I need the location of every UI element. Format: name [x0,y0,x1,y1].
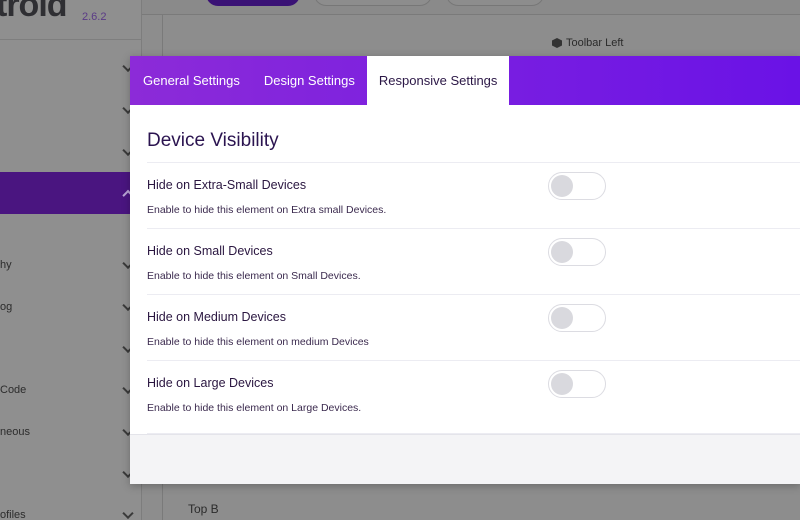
sidebar-item[interactable] [0,131,142,173]
top-toolbar [142,0,800,15]
hide-extra-small-toggle[interactable] [548,172,606,200]
version-label: 2.6.2 [82,11,107,23]
setting-description: Enable to hide this element on medium De… [147,336,369,348]
setting-label: Hide on Extra-Small Devices [147,178,307,192]
setting-row-large: Hide on Large Devices Enable to hide thi… [147,360,800,426]
sidebar-item-label: Code [0,384,27,396]
pill-button[interactable] [314,0,432,6]
sidebar-item[interactable]: og [0,286,142,328]
sidebar-item-label: og [0,301,13,313]
toggle-knob [551,175,573,197]
sidebar-item[interactable]: hy [0,244,142,286]
section-title: Device Visibility [147,130,279,151]
sidebar-item[interactable] [0,328,142,370]
sidebar-item[interactable] [0,47,142,89]
hide-large-toggle[interactable] [548,370,606,398]
sidebar-item[interactable] [0,453,142,495]
setting-row-small: Hide on Small Devices Enable to hide thi… [147,228,800,294]
setting-row-medium: Hide on Medium Devices Enable to hide th… [147,294,800,360]
setting-label: Hide on Large Devices [147,376,274,390]
tab-responsive-settings[interactable]: Responsive Settings [366,56,510,105]
modal-tab-bar: General Settings Design Settings Respons… [130,56,800,105]
sidebar-item[interactable]: Code [0,369,142,411]
sidebar-item[interactable]: ofiles [0,494,142,520]
toggle-knob [551,373,573,395]
top-b-label: Top B [188,502,219,516]
cube-icon [552,38,562,48]
setting-description: Enable to hide this element on Small Dev… [147,270,361,282]
tab-design-settings[interactable]: Design Settings [252,56,367,105]
hide-medium-toggle[interactable] [548,304,606,332]
setting-label: Hide on Medium Devices [147,310,286,324]
primary-pill-button[interactable] [206,0,300,6]
sidebar-item-label: neous [0,426,30,438]
sidebar-divider [0,39,142,40]
sidebar-item-label: ofiles [0,509,26,520]
toggle-knob [551,241,573,263]
setting-description: Enable to hide this element on Extra sma… [147,204,387,216]
sidebar-item[interactable] [0,89,142,131]
sidebar-item[interactable]: neous [0,411,142,453]
modal-content: Device Visibility Hide on Extra-Small De… [130,105,800,426]
toolbar-left-text: Toolbar Left [566,37,624,49]
sidebar: troid 2.6.2 hy og Code neous ofiles [0,0,142,520]
brand-logo: troid [0,0,68,24]
sidebar-item-label: hy [0,259,12,271]
setting-label: Hide on Small Devices [147,244,273,258]
toggle-knob [551,307,573,329]
setting-description: Enable to hide this element on Large Dev… [147,402,362,414]
hide-small-toggle[interactable] [548,238,606,266]
settings-modal: General Settings Design Settings Respons… [130,56,800,484]
sidebar-item-active[interactable] [0,172,142,214]
pill-button[interactable] [446,0,544,6]
chevron-down-icon [122,507,134,520]
toolbar-left-label: Toolbar Left [552,37,623,49]
modal-footer [130,434,800,484]
setting-row-extra-small: Hide on Extra-Small Devices Enable to hi… [147,162,800,228]
tab-general-settings[interactable]: General Settings [130,56,252,105]
